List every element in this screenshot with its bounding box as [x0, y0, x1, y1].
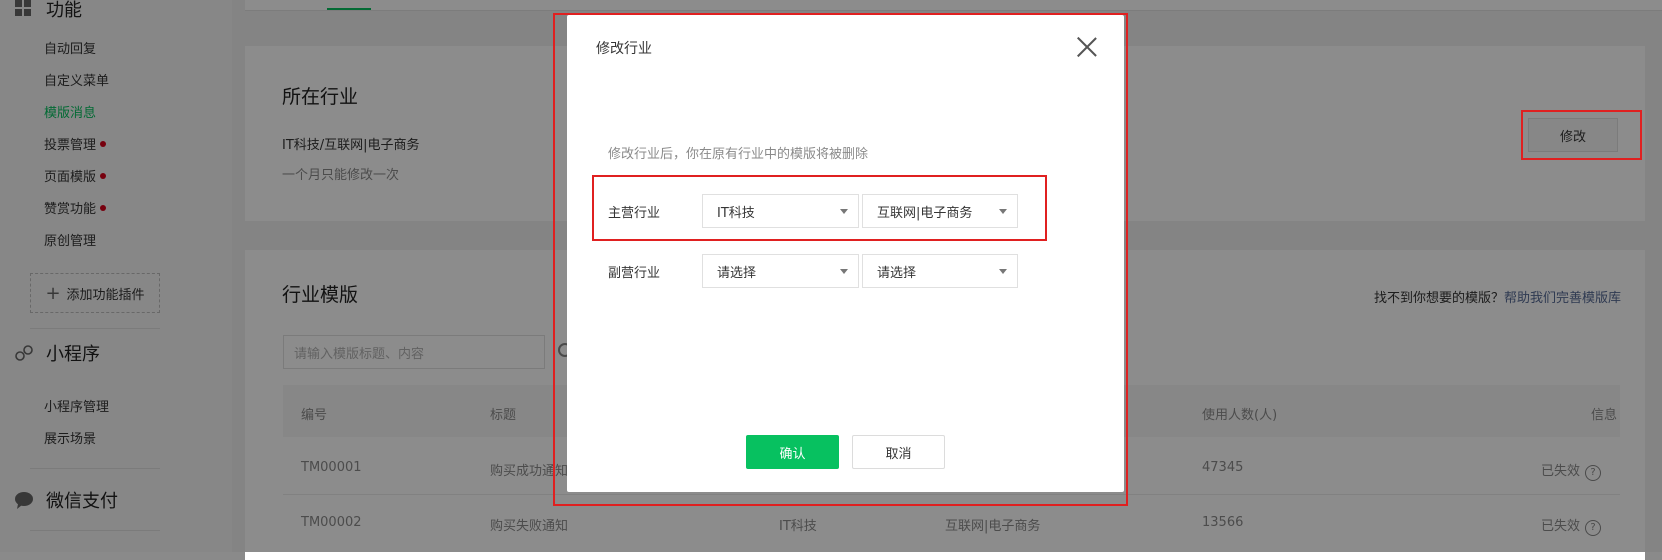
primary-industry-select-2[interactable]: 互联网|电子商务: [862, 194, 1018, 228]
select-value: 互联网|电子商务: [877, 205, 973, 221]
secondary-industry-select-1[interactable]: 请选择: [702, 254, 859, 288]
cancel-button[interactable]: 取消: [852, 435, 945, 469]
caret-down-icon: [840, 269, 848, 274]
caret-down-icon: [840, 209, 848, 214]
secondary-industry-label: 副营行业: [608, 266, 661, 281]
confirm-button[interactable]: 确认: [746, 435, 839, 469]
secondary-industry-select-2[interactable]: 请选择: [862, 254, 1018, 288]
caret-down-icon: [999, 269, 1007, 274]
select-value: IT科技: [717, 205, 755, 221]
select-value: 请选择: [877, 265, 917, 281]
select-value: 请选择: [717, 265, 757, 281]
primary-industry-label: 主营行业: [608, 206, 661, 221]
close-icon[interactable]: [1076, 36, 1098, 58]
caret-down-icon: [999, 209, 1007, 214]
modify-industry-dialog: 修改行业 修改行业后，你在原有行业中的模版将被删除 主营行业 IT科技 互联网|…: [567, 15, 1124, 492]
dialog-title: 修改行业: [596, 41, 652, 57]
primary-industry-select-1[interactable]: IT科技: [702, 194, 859, 228]
dialog-warning: 修改行业后，你在原有行业中的模版将被删除: [608, 147, 869, 162]
